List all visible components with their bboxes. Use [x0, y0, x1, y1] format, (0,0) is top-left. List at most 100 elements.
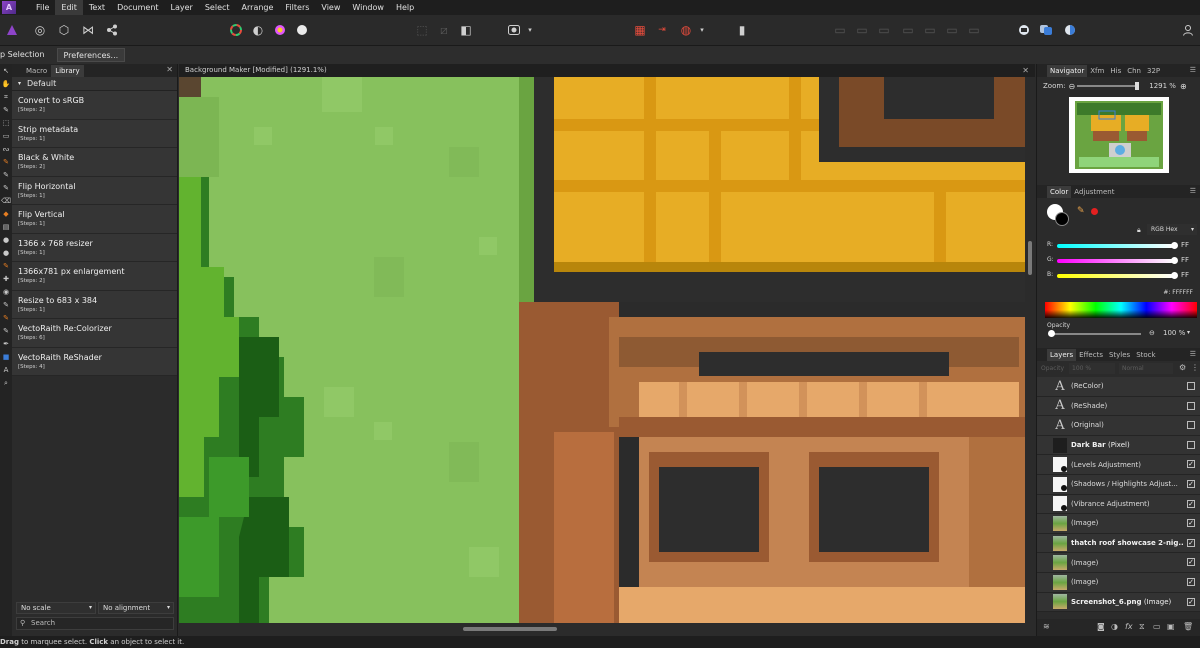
persona-develop-icon[interactable]: ⬡ — [56, 22, 72, 38]
canvas[interactable] — [179, 77, 1025, 623]
more-icon[interactable]: ⋮ — [1191, 363, 1199, 372]
erase-brush-icon[interactable]: ⌫ — [1, 196, 11, 206]
menu-select[interactable]: Select — [199, 0, 236, 15]
red-slider[interactable]: R: FF — [1047, 241, 1197, 251]
view-tool-icon[interactable]: ✋ — [1, 79, 11, 89]
tab-effects[interactable]: Effects — [1076, 349, 1106, 361]
red-eye-icon[interactable]: ◉ — [1, 287, 11, 297]
horizontal-scroll-thumb[interactable] — [463, 627, 557, 631]
layer-row[interactable]: (Vibrance Adjustment) ✓ — [1037, 494, 1200, 515]
layers-stack-icon[interactable]: ≋ — [1043, 622, 1050, 631]
freehand-select-icon[interactable]: ᔓ — [1, 144, 11, 154]
user-account-icon[interactable] — [1180, 22, 1196, 38]
pen-tool-icon[interactable]: ✒ — [1, 339, 11, 349]
align-top-icon[interactable]: ▭ — [900, 22, 916, 38]
zoom-value[interactable]: 1291 % — [1149, 82, 1176, 90]
assistant-icon[interactable]: ▮ — [734, 22, 750, 38]
layer-row[interactable]: A (ReColor) — [1037, 377, 1200, 397]
macro-item[interactable]: Black & White [Steps: 2] — [12, 148, 177, 177]
layer-row[interactable]: thatch roof showcase 2-nig... ✓ — [1037, 533, 1200, 554]
overlay-icon[interactable] — [1038, 22, 1054, 38]
layer-row[interactable]: (Levels Adjustment) ✓ — [1037, 455, 1200, 475]
stroke-swatch[interactable] — [1055, 212, 1069, 226]
layer-visibility-checkbox[interactable]: ✓ — [1187, 460, 1195, 469]
color-wheel-icon[interactable] — [228, 22, 244, 38]
crop-tool-icon[interactable]: ⌗ — [1, 92, 11, 102]
quick-mask-dropdown-icon[interactable]: ▾ — [522, 22, 538, 38]
macro-item[interactable]: Resize to 683 x 384 [Steps: 1] — [12, 290, 177, 319]
red-slider-knob[interactable] — [1171, 242, 1178, 249]
close-icon[interactable]: ✕ — [1022, 64, 1029, 77]
marquee-tool-icon[interactable]: ▭ — [1, 131, 11, 141]
green-slider[interactable]: G: FF — [1047, 256, 1197, 266]
blue-slider[interactable]: B: FF — [1047, 271, 1197, 281]
layer-row[interactable]: (Shadows / Highlights Adjust... ✓ — [1037, 475, 1200, 495]
layer-visibility-checkbox[interactable]: ✓ — [1187, 538, 1195, 547]
menu-file[interactable]: File — [30, 0, 55, 15]
layer-visibility-checkbox[interactable]: ✓ — [1187, 480, 1195, 488]
vertical-scrollbar[interactable] — [1025, 77, 1035, 623]
color-replace-icon[interactable]: ✎ — [1, 170, 11, 180]
panel-menu-icon[interactable]: ☰ — [1190, 66, 1196, 74]
add-layer-icon[interactable]: ▭ — [1153, 622, 1161, 631]
opacity-value[interactable]: 100 % — [1163, 329, 1185, 337]
align-left-icon[interactable]: ▭ — [832, 22, 848, 38]
macro-item[interactable]: Flip Vertical [Steps: 1] — [12, 205, 177, 234]
zoom-slider[interactable] — [1077, 82, 1140, 90]
macro-item[interactable]: Flip Horizontal [Steps: 1] — [12, 176, 177, 205]
flood-select-icon[interactable]: ⬚ — [1, 118, 11, 128]
library-search-input[interactable]: ⚲ Search — [16, 617, 174, 630]
healing-brush-icon[interactable]: ✚ — [1, 274, 11, 284]
opacity-slider[interactable] — [1048, 330, 1141, 337]
spectrum-picker[interactable] — [1045, 302, 1197, 318]
persona-photo-icon[interactable] — [4, 22, 20, 38]
chevron-down-icon[interactable]: ▾ — [1187, 329, 1190, 336]
layer-row[interactable]: (Image) ✓ — [1037, 573, 1200, 593]
adjustment-icon[interactable]: ◑ — [1111, 622, 1118, 631]
dodge-tool-icon[interactable]: ● — [1, 235, 11, 245]
menu-document[interactable]: Document — [111, 0, 164, 15]
no-selection-icon[interactable]: ⧄ — [436, 22, 452, 38]
macro-item[interactable]: VectoRaith Re:Colorizer [Steps: 6] — [12, 319, 177, 348]
layer-visibility-checkbox[interactable]: ✓ — [1187, 578, 1195, 586]
zoom-out-icon[interactable]: ⊖ — [1069, 82, 1076, 91]
tab-navigator[interactable]: Navigator — [1047, 65, 1088, 77]
fx-icon[interactable]: fx — [1125, 622, 1133, 631]
distribute-icon[interactable]: ▭ — [966, 22, 982, 38]
zoom-tool-icon[interactable]: ⌕ — [1, 378, 11, 388]
tab-layers[interactable]: Layers — [1047, 349, 1077, 361]
document-tab[interactable]: Background Maker [Modified] (1291.1%) ✕ — [179, 64, 1035, 77]
tab-library[interactable]: Library — [51, 65, 84, 77]
align-bottom-icon[interactable]: ▭ — [944, 22, 960, 38]
panel-menu-icon[interactable]: ☰ — [1190, 187, 1196, 195]
green-slider-knob[interactable] — [1171, 257, 1178, 264]
blend-mode-dropdown[interactable]: Normal — [1119, 363, 1173, 374]
green-value[interactable]: FF — [1181, 256, 1189, 264]
burn-tool-icon[interactable]: ● — [1, 248, 11, 258]
view-mode-icon[interactable] — [1062, 22, 1078, 38]
snap-grid-icon[interactable]: ⇥ — [654, 22, 670, 38]
tab-adjustment[interactable]: Adjustment — [1071, 186, 1117, 198]
gear-icon[interactable]: ⚙ — [1179, 363, 1186, 372]
tab-32p[interactable]: 32P — [1144, 65, 1163, 77]
layer-row[interactable]: (Image) ✓ — [1037, 553, 1200, 573]
pixel-grid-icon[interactable]: ▦ — [632, 22, 648, 38]
red-value[interactable]: FF — [1181, 241, 1189, 249]
library-category[interactable]: ▾ Default — [12, 77, 177, 91]
lock-icon[interactable]: 🔒︎ — [1137, 226, 1141, 235]
zoom-slider-knob[interactable] — [1135, 82, 1140, 90]
menu-filters[interactable]: Filters — [279, 0, 315, 15]
move-tool-icon[interactable]: ↖ — [1, 66, 11, 76]
hsl-icon[interactable] — [272, 22, 288, 38]
menu-edit[interactable]: Edit — [55, 0, 83, 15]
layer-row[interactable]: Dark Bar (Pixel) — [1037, 435, 1200, 456]
align-middle-icon[interactable]: ▭ — [922, 22, 938, 38]
clone-brush-icon[interactable]: ✎ — [1, 261, 11, 271]
macro-item[interactable]: 1366 x 768 resizer [Steps: 1] — [12, 233, 177, 262]
navigator-preview[interactable] — [1069, 97, 1169, 173]
smudge-brush-icon[interactable]: ✎ — [1, 300, 11, 310]
tab-transform[interactable]: Xfm — [1087, 65, 1107, 77]
menu-help[interactable]: Help — [390, 0, 420, 15]
layer-visibility-checkbox[interactable]: ✓ — [1187, 499, 1195, 508]
close-icon[interactable]: ✕ — [166, 65, 173, 74]
